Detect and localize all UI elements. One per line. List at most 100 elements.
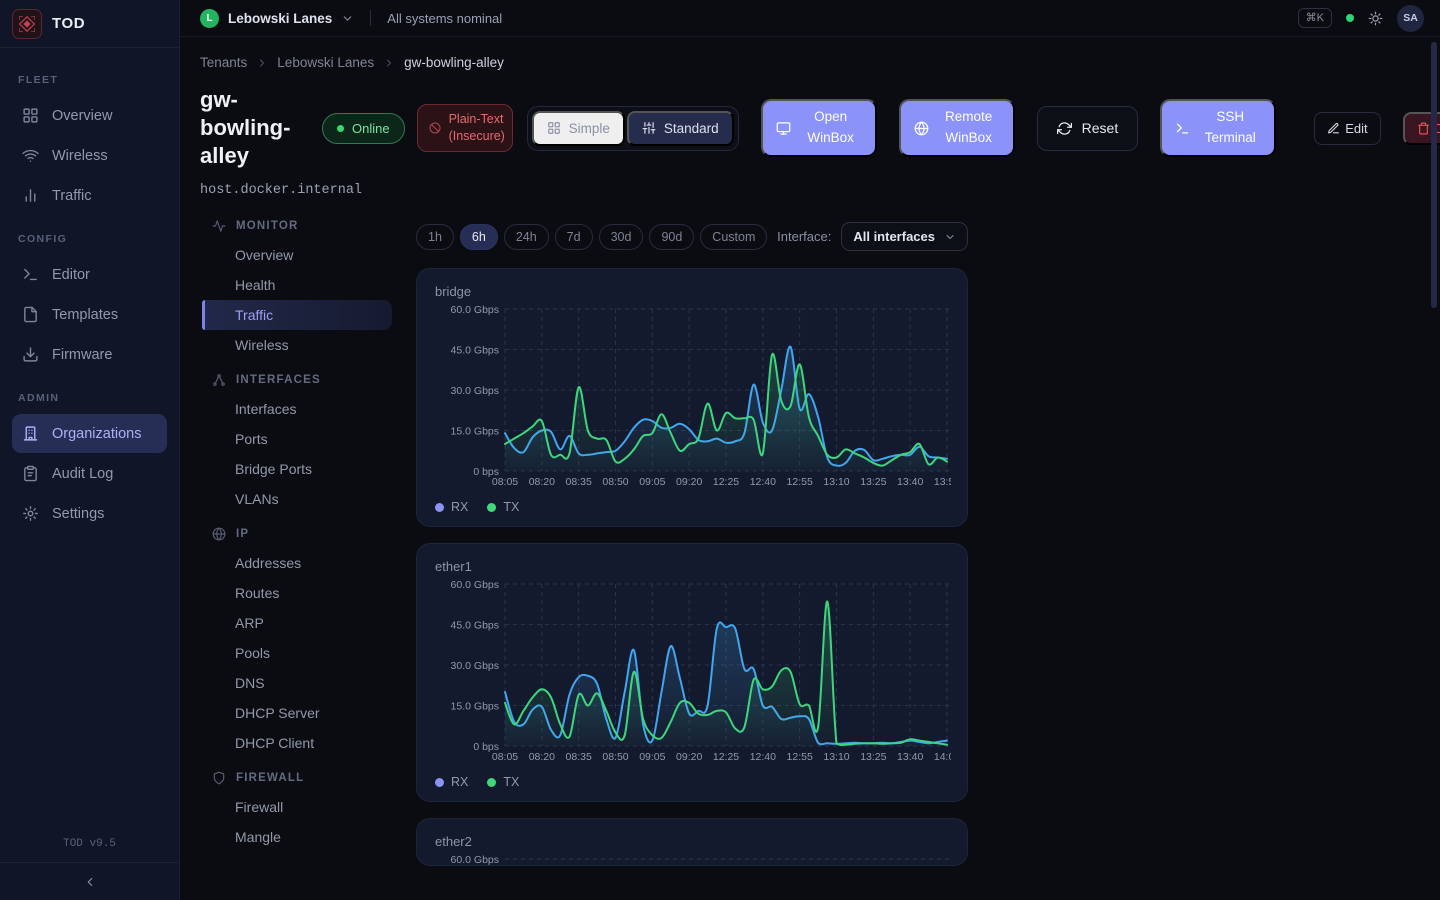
grid-icon [547,121,561,135]
sidebar-item-audit-log[interactable]: Audit Log [12,454,167,493]
sidebar-collapse-button[interactable] [0,862,179,900]
sidebar-item-traffic[interactable]: Traffic [12,176,167,215]
reset-button[interactable]: Reset [1037,106,1139,151]
network-icon [212,373,226,387]
view-mode-label: Standard [664,121,719,136]
subnav-item-vlans[interactable]: VLANs [202,484,392,514]
subnav-item-dhcp-client[interactable]: DHCP Client [202,728,392,758]
range-pill-1h[interactable]: 1h [416,224,454,250]
sidebar-item-firmware[interactable]: Firmware [12,335,167,374]
sidebar-item-editor[interactable]: Editor [12,255,167,294]
range-pill-7d[interactable]: 7d [555,224,593,250]
svg-text:15.0 Gbps: 15.0 Gbps [451,425,499,437]
subnav-item-addresses[interactable]: Addresses [202,548,392,578]
ssh-terminal-button[interactable]: SSH Terminal [1160,99,1276,157]
subnav-item-routes[interactable]: Routes [202,578,392,608]
view-mode-standard[interactable]: Standard [627,111,734,146]
monitor-icon [776,121,791,136]
range-pill-30d[interactable]: 30d [599,224,644,250]
reset-label: Reset [1082,120,1119,136]
svg-text:13:25: 13:25 [860,476,886,488]
app-version: TOD v9.5 [0,830,179,862]
range-pill-6h[interactable]: 6h [460,224,498,250]
subnav-section-label-text: MONITOR [236,220,299,232]
chart-title: bridge [435,284,951,299]
svg-text:13:40: 13:40 [897,751,923,763]
svg-text:08:20: 08:20 [529,751,555,763]
subnav-item-overview[interactable]: Overview [202,240,392,270]
svg-text:08:35: 08:35 [566,476,592,488]
app-root: TOD FLEETOverviewWirelessTrafficCONFIGEd… [0,0,1440,900]
svg-text:13:55: 13:55 [934,476,951,488]
legend-label: TX [503,775,519,789]
sidebar-item-overview[interactable]: Overview [12,96,167,135]
svg-text:09:05: 09:05 [639,751,665,763]
breadcrumb-tenants[interactable]: Tenants [200,55,247,70]
theme-toggle-button[interactable] [1368,11,1383,26]
svg-text:13:40: 13:40 [897,476,923,488]
subnav-item-wireless[interactable]: Wireless [202,330,392,360]
subnav-item-health[interactable]: Health [202,270,392,300]
svg-text:12:40: 12:40 [750,751,776,763]
subnav-item-dns[interactable]: DNS [202,668,392,698]
subnav-item-arp[interactable]: ARP [202,608,392,638]
subnav-section-label-text: IP [236,528,249,540]
range-pill-custom[interactable]: Custom [700,224,767,250]
refresh-icon [1057,121,1072,136]
building-icon [22,425,39,442]
legend-label: RX [451,500,468,514]
terminal-icon [1175,121,1190,136]
subnav-section-label: MONITOR [200,208,392,240]
svg-text:60.0 Gbps: 60.0 Gbps [451,304,499,316]
legend-rx: RX [435,500,468,514]
subnav-item-interfaces[interactable]: Interfaces [202,394,392,424]
subnav-item-mangle[interactable]: Mangle [202,822,392,852]
interface-select[interactable]: All interfaces [841,222,968,251]
sidebar-item-templates[interactable]: Templates [12,295,167,334]
system-status-text: All systems nominal [387,11,502,26]
charts-column: 1h6h24h7d30d90dCustom Interface: All int… [416,208,968,866]
device-subnav: MONITOR OverviewHealthTrafficWireless INTE… [200,208,392,866]
sidebar-item-organizations[interactable]: Organizations [12,414,167,453]
chart-card-ether2: ether260.0 Gbps [416,818,968,866]
globe-icon [212,527,226,541]
svg-text:45.0 Gbps: 45.0 Gbps [451,344,499,356]
topbar: L Lebowski Lanes All systems nominal ⌘K … [180,0,1440,37]
chevron-down-icon [341,12,354,25]
range-pill-90d[interactable]: 90d [649,224,694,250]
open-winbox-button[interactable]: Open WinBox [761,99,877,157]
breadcrumb-tenant-name[interactable]: Lebowski Lanes [277,55,374,70]
scrollbar-thumb[interactable] [1431,42,1437,308]
subnav-item-firewall[interactable]: Firewall [202,792,392,822]
subnav-section-label-text: INTERFACES [236,374,321,386]
legend-dot-tx [487,503,496,512]
subnav-item-pools[interactable]: Pools [202,638,392,668]
user-avatar[interactable]: SA [1397,5,1424,32]
main-sidebar: TOD FLEETOverviewWirelessTrafficCONFIGEd… [0,0,180,900]
sidebar-section-label-fleet: FLEET [18,74,161,86]
edit-button[interactable]: Edit [1314,112,1380,145]
online-status-badge: Online [322,113,405,144]
legend-dot-rx [435,778,444,787]
tenant-switcher[interactable]: L Lebowski Lanes [200,9,354,28]
range-pill-24h[interactable]: 24h [504,224,549,250]
subnav-item-dhcp-server[interactable]: DHCP Server [202,698,392,728]
subnav-item-ports[interactable]: Ports [202,424,392,454]
remote-winbox-button[interactable]: Remote WinBox [899,99,1015,157]
subnav-item-bridge-ports[interactable]: Bridge Ports [202,454,392,484]
sidebar-item-label: Settings [52,506,104,522]
topbar-divider [370,10,371,26]
sidebar-item-wireless[interactable]: Wireless [12,136,167,175]
view-mode-simple[interactable]: Simple [532,111,625,146]
svg-text:12:40: 12:40 [750,476,776,488]
svg-text:09:05: 09:05 [639,476,665,488]
subnav-item-traffic[interactable]: Traffic [202,300,392,330]
svg-text:13:25: 13:25 [860,751,886,763]
svg-text:08:20: 08:20 [529,476,555,488]
sidebar-item-settings[interactable]: Settings [12,494,167,533]
svg-text:12:25: 12:25 [713,476,739,488]
brand-name: TOD [52,15,85,32]
clipboard-icon [22,465,39,482]
view-mode-segmented-control: Simple Standard [527,106,739,151]
keyboard-shortcut-badge[interactable]: ⌘K [1298,8,1332,28]
